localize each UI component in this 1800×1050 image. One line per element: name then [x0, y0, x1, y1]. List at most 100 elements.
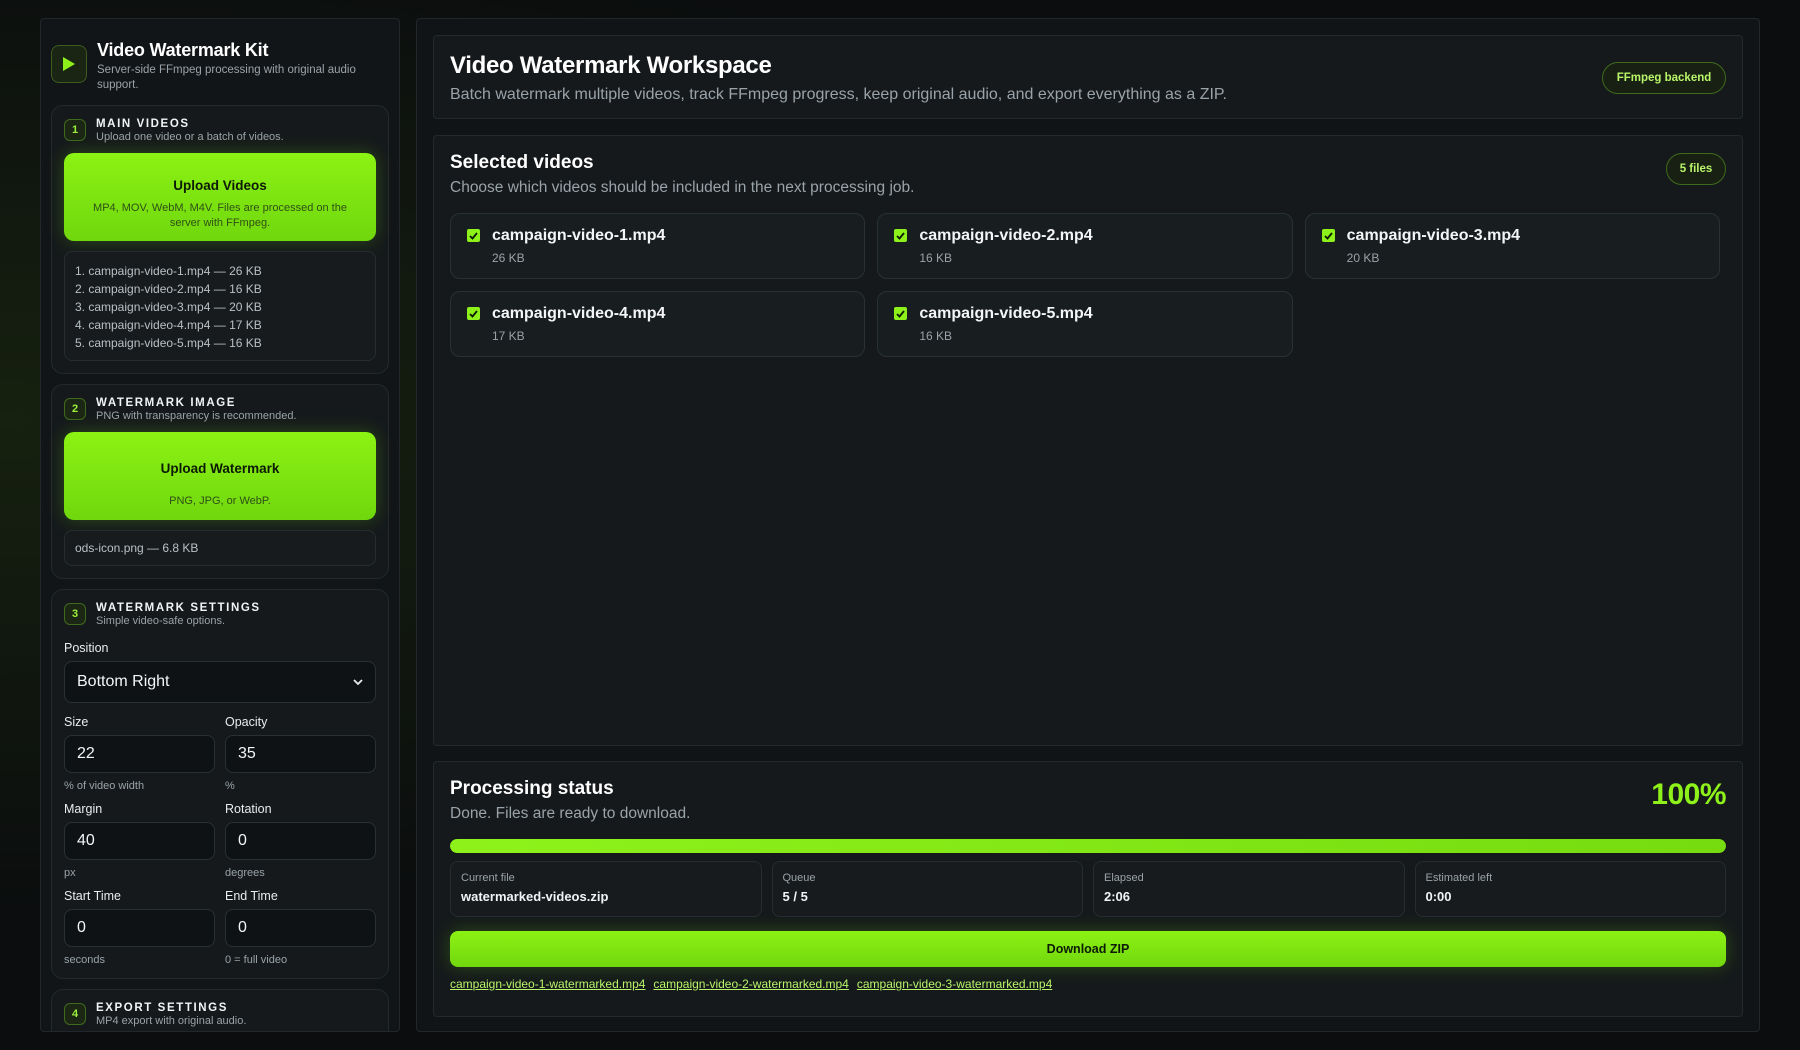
card-title: WATERMARK SETTINGS	[96, 602, 261, 614]
card-subtitle: Simple video-safe options.	[96, 615, 226, 627]
size-input[interactable]: 22	[64, 735, 215, 773]
start-time-input[interactable]: 0	[64, 909, 215, 947]
card-title: MAIN VIDEOS	[96, 118, 190, 130]
opacity-hint: %	[225, 780, 235, 792]
video-checkbox[interactable]	[894, 229, 908, 242]
output-link[interactable]: campaign-video-3-watermarked.mp4	[857, 977, 1052, 991]
stat-current-file: Current file watermarked-videos.zip	[450, 861, 762, 917]
video-size: 20 KB	[1346, 251, 1380, 265]
start-time-hint: seconds	[64, 954, 105, 966]
video-grid: campaign-video-1.mp4 26 KB campaign-vide…	[450, 213, 1720, 357]
stat-label: Elapsed	[1104, 872, 1144, 884]
rotation-hint: degrees	[225, 867, 265, 879]
video-name: campaign-video-5.mp4	[919, 305, 1093, 322]
video-checkbox[interactable]	[894, 307, 908, 320]
card-subtitle: MP4 export with original audio.	[96, 1015, 247, 1027]
watermark-settings-card: 3 WATERMARK SETTINGS Simple video-safe o…	[51, 589, 389, 979]
brand-title: Video Watermark Kit	[97, 40, 269, 60]
margin-input[interactable]: 40	[64, 822, 215, 860]
upload-watermark-button[interactable]: Upload Watermark PNG, JPG, or WebP.	[64, 432, 376, 520]
sidebar: Video Watermark Kit Server-side FFmpeg p…	[40, 18, 400, 1032]
card-title: EXPORT SETTINGS	[96, 1002, 228, 1014]
output-links: campaign-video-1-watermarked.mp4 campaig…	[450, 977, 1726, 991]
workspace: Video Watermark Workspace Batch watermar…	[416, 18, 1760, 1032]
stat-value: 2:06	[1104, 889, 1131, 904]
status-title: Processing status	[450, 778, 614, 799]
stat-value: 5 / 5	[782, 889, 808, 904]
video-checkbox[interactable]	[1321, 229, 1335, 242]
checkmark-icon	[896, 309, 906, 318]
position-value: Bottom Right	[77, 673, 170, 690]
video-checkbox[interactable]	[467, 229, 480, 242]
position-label: Position	[64, 641, 109, 655]
card-title: WATERMARK IMAGE	[96, 397, 237, 409]
brand: Video Watermark Kit Server-side FFmpeg p…	[51, 29, 389, 105]
chevron-down-icon	[353, 673, 363, 691]
opacity-label: Opacity	[225, 715, 268, 729]
step-number: 2	[64, 398, 86, 420]
stat-value: 0:00	[1425, 889, 1452, 904]
end-time-input[interactable]: 0	[225, 909, 376, 947]
video-card[interactable]: campaign-video-3.mp4 20 KB	[1304, 213, 1720, 279]
video-card[interactable]: campaign-video-4.mp4 17 KB	[450, 291, 866, 357]
list-item: 5. campaign-video-5.mp4 — 16 KB	[75, 336, 262, 350]
progress-bar	[450, 839, 1726, 853]
backend-badge: FFmpeg backend	[1602, 62, 1726, 94]
video-size: 26 KB	[492, 251, 525, 265]
stat-value: watermarked-videos.zip	[461, 889, 609, 904]
list-item: 4. campaign-video-4.mp4 — 17 KB	[75, 318, 262, 332]
upload-videos-hint: MP4, MOV, WebM, M4V. Files are processed…	[93, 201, 347, 229]
list-item: 2. campaign-video-2.mp4 — 16 KB	[75, 282, 262, 296]
selected-title: Selected videos	[450, 152, 594, 173]
video-size: 16 KB	[919, 251, 953, 265]
video-card[interactable]: campaign-video-5.mp4 16 KB	[877, 291, 1293, 357]
stat-elapsed: Elapsed 2:06	[1093, 861, 1405, 917]
card-subtitle: PNG with transparency is recommended.	[96, 410, 297, 422]
end-time-hint: 0 = full video	[225, 954, 288, 966]
video-name: campaign-video-1.mp4	[492, 227, 666, 244]
progress-percent: 100%	[1651, 778, 1726, 811]
end-time-label: End Time	[225, 889, 278, 903]
list-item: 1. campaign-video-1.mp4 — 26 KB	[75, 264, 262, 278]
stat-estimated-left: Estimated left 0:00	[1414, 861, 1726, 917]
step-number: 3	[64, 603, 86, 625]
start-time-label: Start Time	[64, 889, 121, 903]
page-title: Video Watermark Workspace	[450, 52, 772, 79]
card-subtitle: Upload one video or a batch of videos.	[96, 131, 284, 143]
progress-bar-fill	[450, 839, 1726, 853]
video-file-list: 1. campaign-video-1.mp4 — 26 KB 2. campa…	[64, 251, 376, 361]
video-name: campaign-video-3.mp4	[1346, 227, 1521, 244]
checkmark-icon	[1324, 231, 1333, 240]
processing-status-panel: Processing status Done. Files are ready …	[433, 761, 1743, 1017]
upload-videos-label: Upload Videos	[173, 177, 267, 193]
checkmark-icon	[896, 231, 906, 240]
margin-hint: px	[64, 867, 76, 879]
rotation-input[interactable]: 0	[225, 822, 376, 860]
export-settings-card: 4 EXPORT SETTINGS MP4 export with origin…	[51, 989, 389, 1031]
main-videos-card: 1 MAIN VIDEOS Upload one video or a batc…	[51, 105, 389, 374]
selected-subtitle: Choose which videos should be included i…	[450, 179, 915, 196]
play-icon	[51, 45, 87, 83]
size-hint: % of video width	[64, 780, 145, 792]
video-size: 17 KB	[492, 329, 525, 343]
brand-subtitle: Server-side FFmpeg processing with origi…	[97, 64, 356, 91]
video-card[interactable]: campaign-video-1.mp4 26 KB	[450, 213, 866, 279]
page-subtitle: Batch watermark multiple videos, track F…	[450, 86, 1227, 103]
position-select[interactable]: Bottom Right	[64, 661, 376, 703]
download-zip-button[interactable]: Download ZIP	[450, 931, 1726, 967]
output-link[interactable]: campaign-video-2-watermarked.mp4	[653, 977, 848, 991]
workspace-header: Video Watermark Workspace Batch watermar…	[433, 35, 1743, 119]
upload-videos-button[interactable]: Upload Videos MP4, MOV, WebM, M4V. Files…	[64, 153, 376, 241]
size-label: Size	[64, 715, 89, 729]
stat-label: Estimated left	[1425, 872, 1493, 884]
selected-videos-panel: Selected videos Choose which videos shou…	[433, 135, 1743, 746]
video-size: 16 KB	[919, 329, 953, 343]
watermark-image-card: 2 WATERMARK IMAGE PNG with transparency …	[51, 384, 389, 579]
status-subtitle: Done. Files are ready to download.	[450, 805, 691, 822]
video-card[interactable]: campaign-video-2.mp4 16 KB	[877, 213, 1293, 279]
checkmark-icon	[469, 309, 478, 318]
video-checkbox[interactable]	[467, 307, 480, 320]
video-name: campaign-video-2.mp4	[919, 227, 1093, 244]
opacity-input[interactable]: 35	[225, 735, 376, 773]
output-link[interactable]: campaign-video-1-watermarked.mp4	[450, 977, 645, 991]
